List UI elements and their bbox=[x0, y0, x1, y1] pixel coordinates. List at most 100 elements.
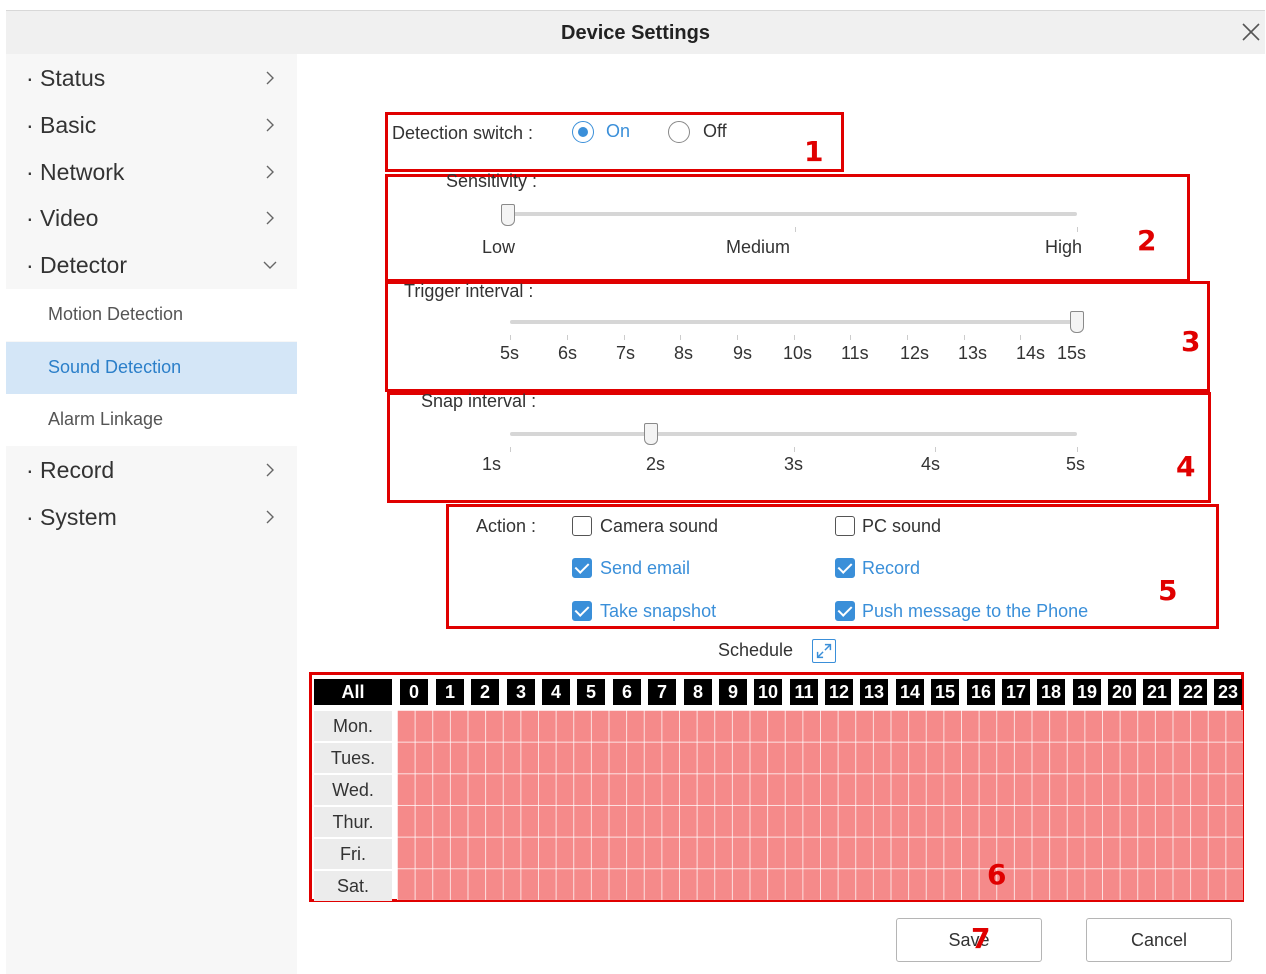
annotation-marker-1: 1 bbox=[804, 135, 824, 168]
take-snapshot-checkbox[interactable] bbox=[572, 601, 592, 621]
schedule-hour-header[interactable]: 23 bbox=[1214, 679, 1242, 705]
sidebar-item-label: · System bbox=[26, 504, 117, 530]
sensitivity-label: Sensitivity : bbox=[446, 171, 538, 191]
annotation-box-5 bbox=[446, 504, 1219, 629]
sidebar-subitem-motion-detection[interactable]: Motion Detection bbox=[6, 289, 297, 341]
sensitivity-tick-label: High bbox=[1045, 237, 1083, 257]
camera-sound-checkbox[interactable] bbox=[572, 516, 592, 536]
schedule-hour-header[interactable]: 9 bbox=[719, 679, 747, 705]
trigger-interval-tick bbox=[737, 335, 738, 340]
send-email-checkbox[interactable] bbox=[572, 558, 592, 578]
schedule-all-button[interactable]: All bbox=[314, 679, 392, 705]
schedule-hour-header[interactable]: 16 bbox=[967, 679, 995, 705]
sensitivity-slider-track[interactable] bbox=[510, 212, 1077, 216]
pc-sound-label[interactable]: PC sound bbox=[862, 516, 941, 537]
cancel-button[interactable]: Cancel bbox=[1086, 918, 1232, 962]
detection-on-radio[interactable] bbox=[572, 121, 594, 143]
expand-icon[interactable] bbox=[812, 639, 836, 663]
annotation-marker-2: 2 bbox=[1137, 224, 1157, 257]
camera-sound-label[interactable]: Camera sound bbox=[600, 516, 718, 537]
schedule-hour-header[interactable]: 13 bbox=[860, 679, 888, 705]
snap-interval-slider-thumb[interactable] bbox=[644, 423, 658, 445]
save-button[interactable]: Save bbox=[896, 918, 1042, 962]
sidebar-item-label: · Status bbox=[26, 65, 106, 91]
send-email-label[interactable]: Send email bbox=[600, 558, 690, 579]
annotation-marker-4: 4 bbox=[1176, 450, 1196, 483]
schedule-hour-header[interactable]: 0 bbox=[400, 679, 428, 705]
sidebar-item-label: · Network bbox=[26, 159, 125, 185]
record-checkbox[interactable] bbox=[835, 558, 855, 578]
chevron-right-icon bbox=[266, 463, 274, 477]
schedule-hour-header[interactable]: 8 bbox=[684, 679, 712, 705]
snap-interval-tick bbox=[794, 447, 795, 452]
schedule-day-label[interactable]: Wed. bbox=[314, 775, 392, 805]
schedule-hour-header[interactable]: 7 bbox=[648, 679, 676, 705]
sidebar-item-detector[interactable]: · Detector bbox=[6, 243, 297, 289]
sensitivity-tick-label: Medium bbox=[726, 237, 791, 257]
sidebar-subitem-label: Motion Detection bbox=[48, 304, 184, 324]
close-icon[interactable] bbox=[1239, 20, 1263, 44]
sidebar-item-label: · Basic bbox=[26, 112, 97, 138]
sidebar-item-network[interactable]: · Network bbox=[6, 150, 297, 196]
sidebar-item-system[interactable]: · System bbox=[6, 495, 297, 541]
schedule-hour-header[interactable]: 3 bbox=[507, 679, 535, 705]
schedule-hour-header[interactable]: 22 bbox=[1179, 679, 1207, 705]
snap-interval-tick-label: 2s bbox=[646, 454, 666, 474]
schedule-day-label[interactable]: Mon. bbox=[314, 711, 392, 741]
schedule-grid[interactable] bbox=[397, 710, 1243, 900]
trigger-interval-slider-thumb[interactable] bbox=[1070, 311, 1084, 333]
sidebar: · Status · Basic · Network · Video · Det… bbox=[6, 54, 297, 974]
sidebar-item-record[interactable]: · Record bbox=[6, 448, 297, 494]
schedule-hour-header[interactable]: 6 bbox=[613, 679, 641, 705]
push-message-label[interactable]: Push message to the Phone bbox=[862, 601, 1088, 622]
detection-off-label[interactable]: Off bbox=[703, 121, 727, 142]
schedule-hour-header[interactable]: 20 bbox=[1108, 679, 1136, 705]
sidebar-subitem-label: Sound Detection bbox=[48, 357, 182, 377]
sidebar-item-basic[interactable]: · Basic bbox=[6, 103, 297, 149]
pc-sound-checkbox[interactable] bbox=[835, 516, 855, 536]
snap-interval-tick-label: 5s bbox=[1066, 454, 1086, 474]
snap-interval-tick-label: 3s bbox=[784, 454, 804, 474]
schedule-hour-header[interactable]: 18 bbox=[1037, 679, 1065, 705]
snap-interval-label: Snap interval : bbox=[421, 391, 537, 411]
schedule-hour-header[interactable]: 12 bbox=[825, 679, 853, 705]
schedule-hour-header[interactable]: 2 bbox=[471, 679, 499, 705]
schedule-day-label[interactable]: Sat. bbox=[314, 871, 392, 901]
schedule-day-label[interactable]: Fri. bbox=[314, 839, 392, 869]
schedule-hour-header[interactable]: 19 bbox=[1073, 679, 1101, 705]
annotation-marker-5: 5 bbox=[1158, 574, 1178, 607]
snap-interval-tick bbox=[935, 447, 936, 452]
detection-switch-label: Detection switch : bbox=[392, 123, 534, 143]
schedule-hour-header[interactable]: 21 bbox=[1143, 679, 1171, 705]
schedule-hour-header[interactable]: 4 bbox=[542, 679, 570, 705]
trigger-interval-slider-track[interactable] bbox=[510, 320, 1077, 324]
trigger-interval-tick-label: 6s bbox=[558, 343, 578, 363]
schedule-day-label[interactable]: Thur. bbox=[314, 807, 392, 837]
sensitivity-tick bbox=[1077, 227, 1078, 232]
push-message-checkbox[interactable] bbox=[835, 601, 855, 621]
schedule-hour-header[interactable]: 15 bbox=[931, 679, 959, 705]
detection-off-radio[interactable] bbox=[668, 121, 690, 143]
snap-interval-slider-track[interactable] bbox=[510, 432, 1077, 436]
schedule-hour-header[interactable]: 14 bbox=[896, 679, 924, 705]
sidebar-item-video[interactable]: · Video bbox=[6, 196, 297, 242]
sidebar-subitem-sound-detection[interactable]: Sound Detection bbox=[6, 342, 297, 394]
sidebar-item-status[interactable]: · Status bbox=[6, 56, 297, 102]
schedule-hour-header[interactable]: 10 bbox=[754, 679, 782, 705]
trigger-interval-tick-label: 10s bbox=[783, 343, 813, 363]
schedule-hour-header[interactable]: 11 bbox=[790, 679, 818, 705]
sensitivity-slider-thumb[interactable] bbox=[501, 204, 515, 226]
chevron-right-icon bbox=[266, 510, 274, 524]
schedule-hour-header[interactable]: 17 bbox=[1002, 679, 1030, 705]
record-label[interactable]: Record bbox=[862, 558, 920, 579]
take-snapshot-label[interactable]: Take snapshot bbox=[600, 601, 716, 622]
sidebar-subitem-alarm-linkage[interactable]: Alarm Linkage bbox=[6, 394, 297, 446]
detection-on-label[interactable]: On bbox=[606, 121, 630, 142]
schedule-day-label[interactable]: Tues. bbox=[314, 743, 392, 773]
title-bar: Device Settings bbox=[6, 10, 1265, 54]
trigger-interval-tick-label: 12s bbox=[900, 343, 930, 363]
trigger-interval-tick bbox=[567, 335, 568, 340]
schedule-hour-header[interactable]: 1 bbox=[436, 679, 464, 705]
trigger-interval-tick-label: 5s bbox=[500, 343, 520, 363]
schedule-hour-header[interactable]: 5 bbox=[577, 679, 605, 705]
